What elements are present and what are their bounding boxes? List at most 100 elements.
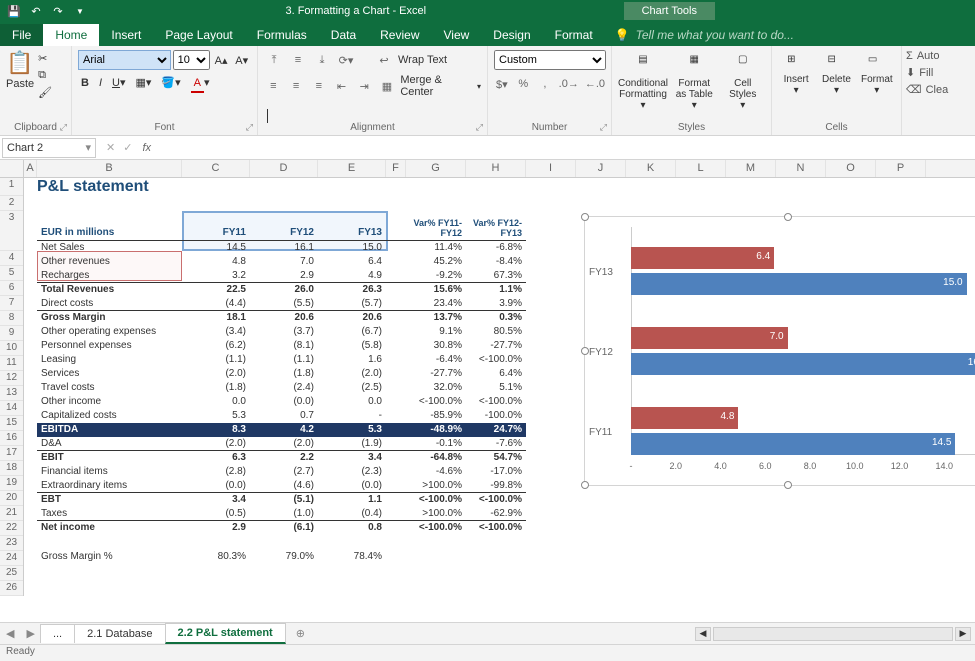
row-header-26[interactable]: 26 bbox=[0, 581, 23, 596]
select-all-corner[interactable] bbox=[0, 160, 24, 177]
bold-button[interactable]: B bbox=[78, 75, 92, 91]
col-header-A[interactable]: A bbox=[24, 160, 37, 177]
chart-bar[interactable]: 15.0 bbox=[631, 273, 967, 295]
sheet-tab-more[interactable]: ... bbox=[40, 624, 75, 643]
sheet-tab-pl[interactable]: 2.2 P&L statement bbox=[165, 623, 286, 644]
increase-decimal-icon[interactable]: .0→ bbox=[559, 74, 579, 94]
scroll-left-icon[interactable]: ◀ bbox=[695, 627, 711, 641]
cut-icon[interactable]: ✂ bbox=[38, 52, 52, 65]
tab-view[interactable]: View bbox=[432, 24, 482, 46]
row-header-14[interactable]: 14 bbox=[0, 401, 23, 416]
fx-icon[interactable]: fx bbox=[142, 142, 157, 154]
save-icon[interactable]: 💾 bbox=[6, 3, 22, 19]
col-header-O[interactable]: O bbox=[826, 160, 876, 177]
chevron-down-icon[interactable]: ▾ bbox=[85, 141, 91, 154]
row-header-2[interactable]: 2 bbox=[0, 196, 23, 211]
format-painter-icon[interactable]: 🖌 bbox=[38, 86, 52, 99]
col-header-N[interactable]: N bbox=[776, 160, 826, 177]
row-header-12[interactable]: 12 bbox=[0, 371, 23, 386]
font-launcher-icon[interactable]: ⤢ bbox=[246, 122, 253, 133]
copy-icon[interactable]: ⧉ bbox=[38, 69, 52, 82]
tab-data[interactable]: Data bbox=[319, 24, 368, 46]
scroll-track[interactable] bbox=[713, 627, 953, 641]
col-header-L[interactable]: L bbox=[676, 160, 726, 177]
row-header-18[interactable]: 18 bbox=[0, 461, 23, 476]
conditional-formatting-button[interactable]: ▤Conditional Formatting▾ bbox=[618, 50, 668, 114]
enter-formula-icon[interactable]: ✓ bbox=[123, 141, 132, 154]
wrap-text-button[interactable]: Wrap Text bbox=[398, 54, 447, 66]
tab-format[interactable]: Format bbox=[543, 24, 605, 46]
percent-format-icon[interactable]: % bbox=[516, 74, 532, 94]
font-size-select[interactable]: 10 bbox=[173, 50, 210, 70]
align-top-icon[interactable]: ⤒ bbox=[264, 50, 284, 70]
fill-color-button[interactable]: 🪣▾ bbox=[158, 74, 183, 91]
qat-dropdown-icon[interactable]: ▼ bbox=[72, 3, 88, 19]
row-header-20[interactable]: 20 bbox=[0, 491, 23, 506]
shrink-font-icon[interactable]: A▾ bbox=[232, 50, 251, 70]
chart-object[interactable]: FY136.415.0FY127.016.1FY114.814.5-2.04.0… bbox=[584, 216, 975, 486]
col-header-P[interactable]: P bbox=[876, 160, 926, 177]
row-header-23[interactable]: 23 bbox=[0, 536, 23, 551]
row-header-19[interactable]: 19 bbox=[0, 476, 23, 491]
align-left-icon[interactable]: ≡ bbox=[264, 76, 283, 96]
row-header-4[interactable]: 4 bbox=[0, 251, 23, 266]
orientation-icon[interactable]: ⟳▾ bbox=[336, 50, 356, 70]
col-header-K[interactable]: K bbox=[626, 160, 676, 177]
row-header-10[interactable]: 10 bbox=[0, 341, 23, 356]
tab-file[interactable]: File bbox=[0, 24, 43, 46]
accounting-format-icon[interactable]: $▾ bbox=[494, 74, 510, 94]
col-header-H[interactable]: H bbox=[466, 160, 526, 177]
sheet-nav-prev-icon[interactable]: ◀ bbox=[0, 627, 20, 640]
chart-bar[interactable]: 7.0 bbox=[631, 327, 788, 349]
col-header-D[interactable]: D bbox=[250, 160, 318, 177]
indent-inc-icon[interactable]: ⇥ bbox=[355, 76, 374, 96]
row-header-22[interactable]: 22 bbox=[0, 521, 23, 536]
tab-home[interactable]: Home bbox=[43, 24, 99, 46]
tab-insert[interactable]: Insert bbox=[99, 24, 153, 46]
grid[interactable]: ABCDEFGHIJKLMNOP 12345678910111213141516… bbox=[0, 160, 975, 622]
row-header-8[interactable]: 8 bbox=[0, 311, 23, 326]
col-header-B[interactable]: B bbox=[37, 160, 182, 177]
decrease-decimal-icon[interactable]: ←.0 bbox=[585, 74, 605, 94]
clipboard-launcher-icon[interactable]: ⤢ bbox=[60, 122, 67, 133]
tab-page-layout[interactable]: Page Layout bbox=[153, 24, 244, 46]
font-color-button[interactable]: A▾ bbox=[188, 74, 213, 91]
row-header-3[interactable]: 3 bbox=[0, 211, 23, 251]
chart-bar[interactable]: 14.5 bbox=[631, 433, 955, 455]
row-header-1[interactable]: 1 bbox=[0, 178, 23, 196]
cancel-formula-icon[interactable]: ✕ bbox=[106, 141, 115, 154]
align-center-icon[interactable]: ≡ bbox=[287, 76, 306, 96]
paste-button[interactable]: 📋 Paste bbox=[6, 50, 34, 101]
col-header-C[interactable]: C bbox=[182, 160, 250, 177]
col-header-J[interactable]: J bbox=[576, 160, 626, 177]
row-header-21[interactable]: 21 bbox=[0, 506, 23, 521]
row-header-13[interactable]: 13 bbox=[0, 386, 23, 401]
chart-bar[interactable]: 16.1 bbox=[631, 353, 975, 375]
undo-icon[interactable]: ↶ bbox=[28, 3, 44, 19]
add-sheet-icon[interactable]: ⊕ bbox=[286, 627, 315, 640]
col-header-E[interactable]: E bbox=[318, 160, 386, 177]
fill-button[interactable]: ⬇Fill bbox=[906, 66, 963, 79]
insert-cells-button[interactable]: ⊞Insert▾ bbox=[778, 50, 814, 114]
col-header-M[interactable]: M bbox=[726, 160, 776, 177]
chart-bar[interactable]: 6.4 bbox=[631, 247, 774, 269]
formula-input[interactable] bbox=[157, 138, 975, 158]
underline-button[interactable]: U▾ bbox=[109, 74, 128, 91]
italic-button[interactable]: I bbox=[96, 75, 105, 91]
merge-icon[interactable]: ▦ bbox=[378, 76, 397, 96]
row-header-7[interactable]: 7 bbox=[0, 296, 23, 311]
border-button[interactable]: ▦▾ bbox=[133, 74, 155, 91]
align-bottom-icon[interactable]: ⤓ bbox=[312, 50, 332, 70]
row-header-11[interactable]: 11 bbox=[0, 356, 23, 371]
cell-styles-button[interactable]: ▢Cell Styles▾ bbox=[721, 50, 766, 114]
tell-me-search[interactable]: 💡Tell me what you want to do... bbox=[605, 24, 804, 46]
row-header-17[interactable]: 17 bbox=[0, 446, 23, 461]
horizontal-scrollbar[interactable]: ◀ ▶ bbox=[695, 627, 975, 641]
tab-review[interactable]: Review bbox=[368, 24, 431, 46]
row-header-5[interactable]: 5 bbox=[0, 266, 23, 281]
col-header-F[interactable]: F bbox=[386, 160, 406, 177]
row-header-25[interactable]: 25 bbox=[0, 566, 23, 581]
row-header-16[interactable]: 16 bbox=[0, 431, 23, 446]
format-cells-button[interactable]: ▭Format▾ bbox=[859, 50, 895, 114]
wrap-text-icon[interactable]: ↩ bbox=[374, 50, 394, 70]
